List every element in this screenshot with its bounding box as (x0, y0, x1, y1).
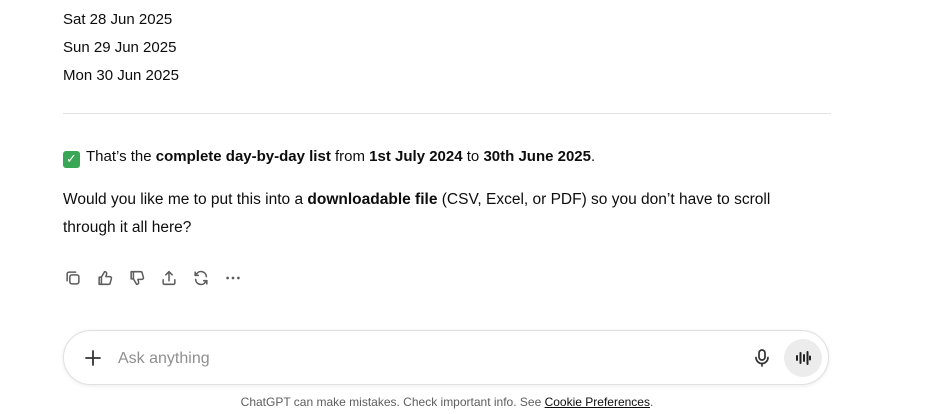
question-bold: downloadable file (307, 191, 438, 208)
divider (63, 113, 831, 114)
summary-end-date: 30th June 2025 (483, 148, 591, 165)
disclaimer-end: . (649, 395, 654, 409)
message-actions (63, 268, 243, 288)
thumbs-down-icon[interactable] (127, 268, 147, 288)
microphone-icon[interactable] (751, 347, 773, 369)
summary-start-date: 1st July 2024 (369, 148, 463, 165)
more-icon[interactable] (223, 268, 243, 288)
thumbs-up-icon[interactable] (95, 268, 115, 288)
message-input[interactable] (116, 345, 720, 373)
copy-icon[interactable] (63, 268, 83, 288)
summary-text: That’s the (86, 148, 156, 165)
question-text: Would you like me to put this into a (63, 191, 308, 208)
waveform-icon (796, 351, 811, 365)
summary-text: from (330, 148, 370, 165)
followup-question: Would you like me to put this into a dow… (63, 186, 823, 242)
plus-icon[interactable] (82, 347, 104, 369)
share-icon[interactable] (159, 268, 179, 288)
date-item: Sat 28 Jun 2025 (63, 11, 173, 28)
regenerate-icon[interactable] (191, 268, 211, 288)
cookie-preferences-link[interactable]: Cookie Preferences (545, 395, 650, 409)
disclaimer: ChatGPT can make mistakes. Check importa… (0, 395, 894, 409)
summary-message: ✓ That’s the complete day-by-day list fro… (63, 145, 595, 169)
voice-mode-button[interactable] (784, 339, 822, 377)
summary-bold: complete day-by-day list (155, 148, 331, 165)
summary-text: . (591, 148, 596, 165)
date-item: Sun 29 Jun 2025 (63, 39, 177, 56)
composer (63, 330, 829, 385)
disclaimer-text: ChatGPT can make mistakes. Check importa… (240, 395, 545, 409)
summary-text: to (462, 148, 484, 165)
check-mark-button-icon: ✓ (63, 151, 80, 168)
date-list: Sat 28 Jun 2025 Sun 29 Jun 2025 Mon 30 J… (63, 6, 179, 90)
date-item: Mon 30 Jun 2025 (63, 67, 179, 84)
